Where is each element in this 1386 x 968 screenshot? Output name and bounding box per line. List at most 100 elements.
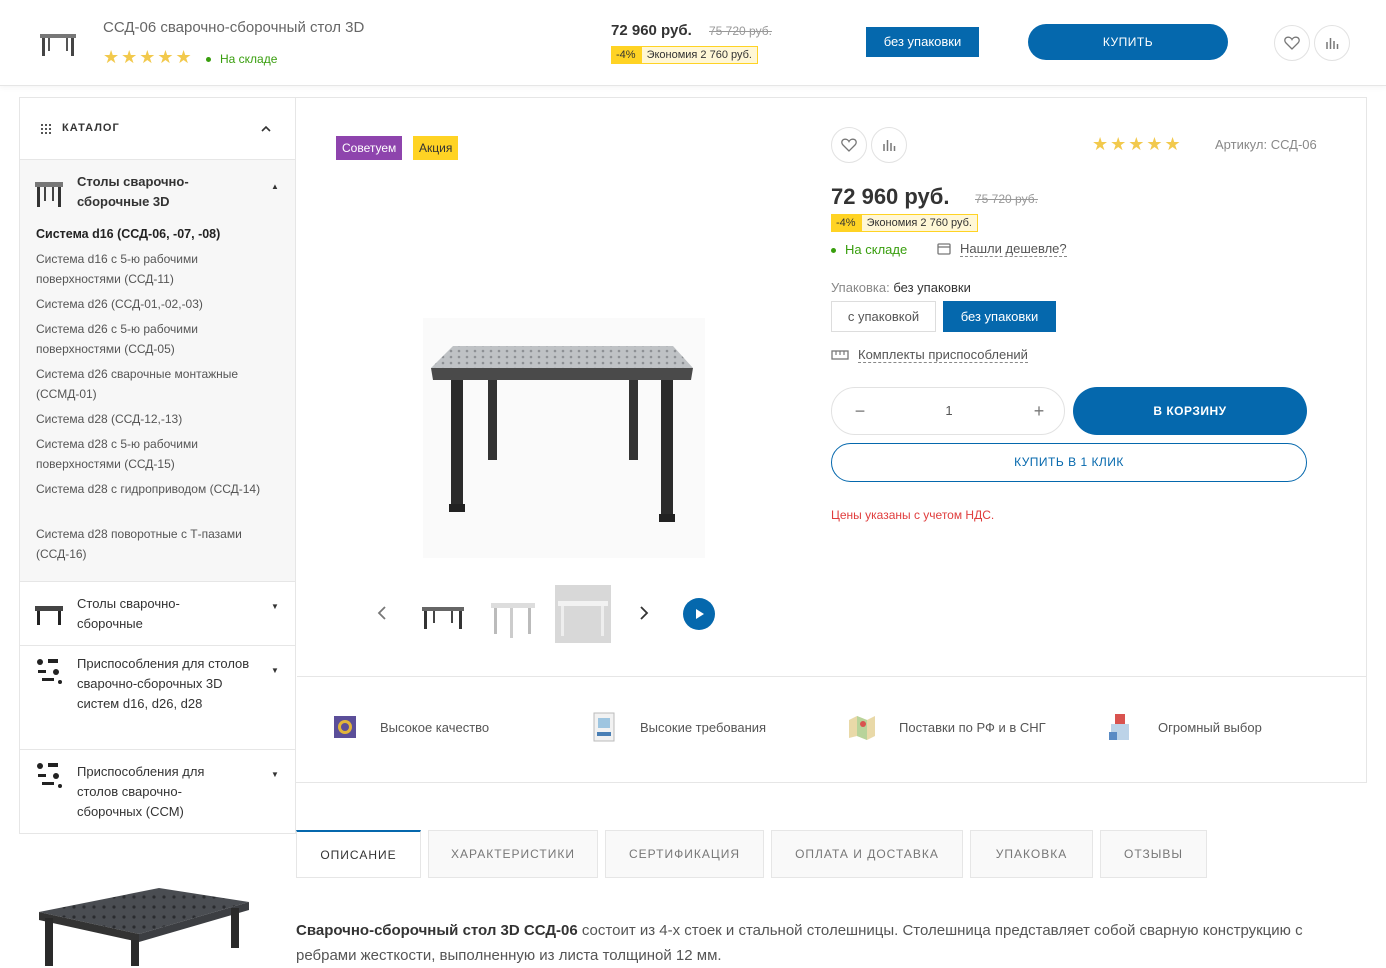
stock-dot-icon: [206, 57, 211, 63]
ruler-icon: [831, 350, 849, 360]
subcategory-item[interactable]: Система d28 поворотные с Т-пазами (ССД-1…: [36, 524, 271, 569]
quantity-value[interactable]: 1: [932, 403, 966, 418]
caret-up-icon[interactable]: ▲: [271, 182, 279, 191]
gallery-next-arrow[interactable]: [638, 604, 650, 622]
pack-option-without-pack[interactable]: без упаковки: [943, 301, 1056, 332]
catalog-title: КАТАЛОГ: [62, 122, 120, 134]
buy-one-click-button[interactable]: КУПИТЬ В 1 КЛИК: [831, 443, 1307, 482]
product-description: Сварочно-сборочный стол 3D ССД-06 состои…: [296, 918, 1326, 968]
heart-icon: [1284, 36, 1300, 50]
caret-down-icon[interactable]: ▼: [271, 602, 279, 611]
tab-certification[interactable]: СЕРТИФИКАЦИЯ: [605, 830, 764, 878]
tab-description[interactable]: ОПИСАНИЕ: [296, 830, 421, 878]
feature-delivery-label: Поставки по РФ и в СНГ: [899, 719, 1046, 735]
grid-menu-icon: [41, 124, 51, 134]
product-stock-label: На складе: [845, 242, 908, 257]
product-stock-status: На складе: [831, 242, 907, 257]
caret-down-icon[interactable]: ▼: [271, 666, 279, 675]
sticky-rating-stars: ★★★★★: [103, 47, 194, 67]
open-category-block: Столы сварочно-сборочные 3D ▲ Система d1…: [20, 160, 295, 582]
subcategory-item[interactable]: Система d28 с гидроприводом (ССД-14): [36, 479, 271, 524]
map-icon: [849, 716, 875, 740]
pack-option-with-pack[interactable]: с упаковкой: [831, 301, 936, 332]
product-economy-badge: Экономия 2 760 руб.: [860, 214, 978, 232]
product-article: Артикул: ССД-06: [1215, 137, 1317, 152]
kits-link[interactable]: Комплекты приспособлений: [831, 347, 1028, 363]
product-old-price: 75 720 руб.: [975, 192, 1038, 206]
compare-icon: [1326, 38, 1339, 49]
quantity-plus-button[interactable]: +: [1029, 400, 1049, 422]
subcategory-item[interactable]: Система d26 с 5-ю рабочими поверхностями…: [36, 319, 271, 364]
subcategory-item[interactable]: Система d28 с 5-ю рабочими поверхностями…: [36, 434, 271, 479]
sticky-discount-row: -4% Экономия 2 760 руб.: [611, 45, 758, 64]
quality-icon: [334, 716, 356, 738]
sticky-favorite-button[interactable]: [1274, 25, 1310, 61]
pack-value: без упаковки: [893, 280, 971, 295]
subcategory-item[interactable]: Система d26 (ССД-01,-02,-03): [36, 294, 281, 319]
sticky-compare-button[interactable]: [1314, 25, 1350, 61]
product-price: 72 960 руб.: [831, 184, 950, 209]
found-cheaper-link[interactable]: Нашли дешевле?: [937, 241, 1067, 257]
sticky-product-name[interactable]: ССД-06 сварочно-сборочный стол 3D: [103, 19, 364, 36]
category-item[interactable]: Столы сварочно-сборочные ▼: [20, 582, 295, 646]
sticky-economy-badge: Экономия 2 760 руб.: [640, 46, 758, 64]
play-icon: [696, 609, 704, 619]
tab-reviews[interactable]: ОТЗЫВЫ: [1100, 830, 1207, 878]
favorite-button[interactable]: [831, 127, 867, 163]
subcategory-item[interactable]: Система d16 с 5-ю рабочими поверхностями…: [36, 249, 271, 294]
subcategory-item[interactable]: Система d16 (ССД-06, -07, -08): [36, 224, 281, 249]
feature-requirements-label: Высокие требования: [640, 719, 767, 735]
category-title: Приспособления для столов сварочно-сборо…: [77, 656, 250, 711]
subcategory-item[interactable]: Система d26 сварочные монтажные (ССМД-01…: [36, 364, 271, 409]
sticky-buy-button[interactable]: КУПИТЬ: [1028, 24, 1228, 60]
sticky-old-price: 75 720 руб.: [709, 24, 772, 38]
gallery-thumb-1[interactable]: [419, 595, 467, 635]
tab-packaging[interactable]: УПАКОВКА: [970, 830, 1093, 878]
sticky-stock-status: На складе: [206, 52, 277, 66]
sticky-header: ССД-06 сварочно-сборочный стол 3D ★★★★★ …: [0, 0, 1386, 86]
feature-delivery: Поставки по РФ и в СНГ: [847, 714, 1046, 740]
category-title: Столы сварочно-сборочные: [77, 596, 180, 631]
category-thumb: [34, 600, 64, 628]
feature-quality: Высокое качество: [333, 715, 489, 739]
product-discount-badge: -4%: [831, 214, 861, 232]
feature-choice: Огромный выбор: [1107, 712, 1262, 742]
kits-label: Комплекты приспособлений: [858, 347, 1028, 363]
subcategory-item[interactable]: Система d28 (ССД-12,-13): [36, 409, 281, 434]
catalog-sidebar: КАТАЛОГ Столы сварочно-сборочные 3D ▲ Си…: [19, 97, 296, 834]
compare-button[interactable]: [871, 127, 907, 163]
video-play-button[interactable]: [683, 598, 715, 630]
add-to-cart-button[interactable]: В КОРЗИНУ: [1073, 387, 1307, 435]
open-category-title[interactable]: Столы сварочно-сборочные 3D: [77, 172, 227, 212]
sticky-stock-label: На складе: [220, 52, 278, 66]
sticky-product-thumb[interactable]: [38, 28, 78, 60]
chevron-up-icon[interactable]: [261, 125, 271, 132]
chevron-right-icon: [640, 606, 649, 620]
quantity-minus-button[interactable]: −: [850, 400, 870, 422]
pack-label: Упаковка:: [831, 280, 890, 295]
sticky-pack-button[interactable]: без упаковки: [866, 27, 979, 57]
feature-requirements: Высокие требования: [592, 712, 766, 742]
gallery-thumb-2[interactable]: [488, 585, 538, 643]
category-thumb-3d-tables[interactable]: [34, 172, 64, 212]
feature-quality-label: Высокое качество: [380, 719, 490, 735]
subcategory-list: Система d16 (ССД-06, -07, -08) Система d…: [36, 224, 281, 569]
tab-characteristics[interactable]: ХАРАКТЕРИСТИКИ: [428, 830, 598, 878]
caret-down-icon[interactable]: ▼: [271, 770, 279, 779]
gallery-thumb-3[interactable]: [555, 585, 611, 643]
category-item[interactable]: Приспособления для столов сварочно-сборо…: [20, 646, 295, 750]
product-main-image[interactable]: [423, 318, 705, 558]
catalog-header[interactable]: КАТАЛОГ: [20, 98, 295, 160]
product-rating-stars: ★★★★★: [1092, 134, 1183, 154]
category-item[interactable]: Приспособления для столов сварочно-сборо…: [20, 750, 295, 834]
category-thumb: [34, 760, 64, 790]
tab-payment-delivery[interactable]: ОПЛАТА И ДОСТАВКА: [771, 830, 963, 878]
sidebar-banner-image[interactable]: [19, 882, 263, 966]
pack-selector-label: Упаковка: без упаковки: [831, 280, 971, 295]
gallery-prev-arrow[interactable]: [376, 604, 388, 622]
assortment-icon: [1109, 714, 1129, 740]
feature-choice-label: Огромный выбор: [1158, 719, 1262, 735]
heart-icon: [841, 138, 857, 152]
badge-recommend: Советуем: [336, 136, 403, 160]
badge-sale: Акция: [413, 136, 459, 160]
